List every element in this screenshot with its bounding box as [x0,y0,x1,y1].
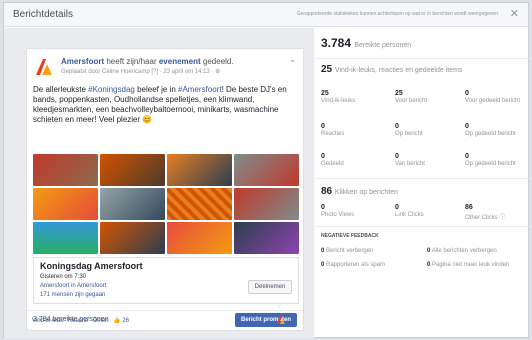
event-attendees[interactable]: 171 mensen zijn gegaan [40,292,105,298]
hide-post-count: 0 Bericht verbergen [321,248,374,254]
post-author-line: Amersfoort heeft zijn/haar evenement ged… [61,57,234,66]
stats-notice: Gerapporteerde statistieken kunnen achte… [296,11,498,17]
comments-on-post: 0 Op bericht [395,123,423,137]
like-count[interactable]: 👍 26 [113,318,129,324]
post-meta: Geplaatst door Celine Hoencamp [?] · 23 … [61,69,221,75]
dialog-title: Berichtdetails [13,9,74,20]
join-button[interactable]: Deelnemen [248,280,292,294]
amersfoort-logo-icon[interactable] [33,56,55,78]
page-avatar-icon[interactable] [276,315,286,325]
stats-panel: 3.784 Bereikte personen 25 Vind-ik-leuks… [315,28,530,339]
event-title[interactable]: Koningsdag Amersfoort [40,261,143,271]
likes-total: 25 Vind-ik-leuks [321,90,356,104]
comment-link[interactable]: Reactie [68,318,88,324]
like-link[interactable]: Vind-ik-leuk [32,318,63,324]
reach-stat: 3.784 Bereikte personen [321,36,412,50]
hashtag-link[interactable]: #Koningsdag [88,85,135,94]
negative-feedback-heading: NEGATIEVE FEEDBACK [321,233,379,239]
event-location[interactable]: Amersfoort in Amersfoort [40,283,106,289]
post-details-dialog: Berichtdetails Gerapporteerde statistiek… [3,2,530,339]
report-spam-count: 0 Rapporteren als spam [321,262,386,268]
shares-total: 0 Gedeeld [321,153,344,167]
unlike-page-count: 0 Pagina niet meer leuk vinden [427,262,510,268]
post-preview-area: Amersfoort heeft zijn/haar evenement ged… [4,28,314,339]
likes-on-share: 0 Voor gedeeld bericht [465,90,521,104]
promote-button[interactable]: Bericht promoten [235,313,297,327]
shares-on-share: 0 Op gedeeld bericht [465,153,516,167]
interactions-stat: 25 Vind-ik-leuks, reacties en gedeelde i… [321,64,463,75]
dialog-header: Berichtdetails Gerapporteerde statistiek… [4,3,528,27]
photo-views: 0 Photo Views [321,204,355,218]
event-time: Gisteren om 7:30 [40,274,87,280]
shares-from-post: 0 Van bericht [395,153,425,167]
chevron-down-icon[interactable]: ⌄ [289,55,296,64]
share-link[interactable]: Delen [93,318,109,324]
comments-total: 0 Reacties [321,123,345,137]
other-clicks[interactable]: 86 Other Clicks ⓘ [465,204,505,221]
photo-collage[interactable] [33,154,299,254]
close-icon[interactable]: ✕ [510,7,519,20]
page-name-link[interactable]: Amersfoort [61,57,104,66]
event-attachment[interactable]: Koningsdag Amersfoort Gisteren om 7:30 A… [33,257,299,304]
post-text: De allerleukste #Koningsdag beleef je in… [33,85,287,124]
post-card: Amersfoort heeft zijn/haar evenement ged… [26,48,304,331]
link-clicks: 0 Link Clicks [395,204,424,218]
hashtag-link[interactable]: #Amersfoort [178,85,222,94]
clicks-stat: 86 Klikken op berichten [321,186,398,197]
event-link[interactable]: evenement [159,57,201,66]
post-actions: Vind-ik-leuk Reactie Delen 👍 26 [32,317,132,324]
hide-all-posts-count: 0 Alle berichten verbergen [427,248,497,254]
comments-on-share: 0 Op gedeeld bericht [465,123,516,137]
likes-on-post: 25 Voor bericht [395,90,428,104]
